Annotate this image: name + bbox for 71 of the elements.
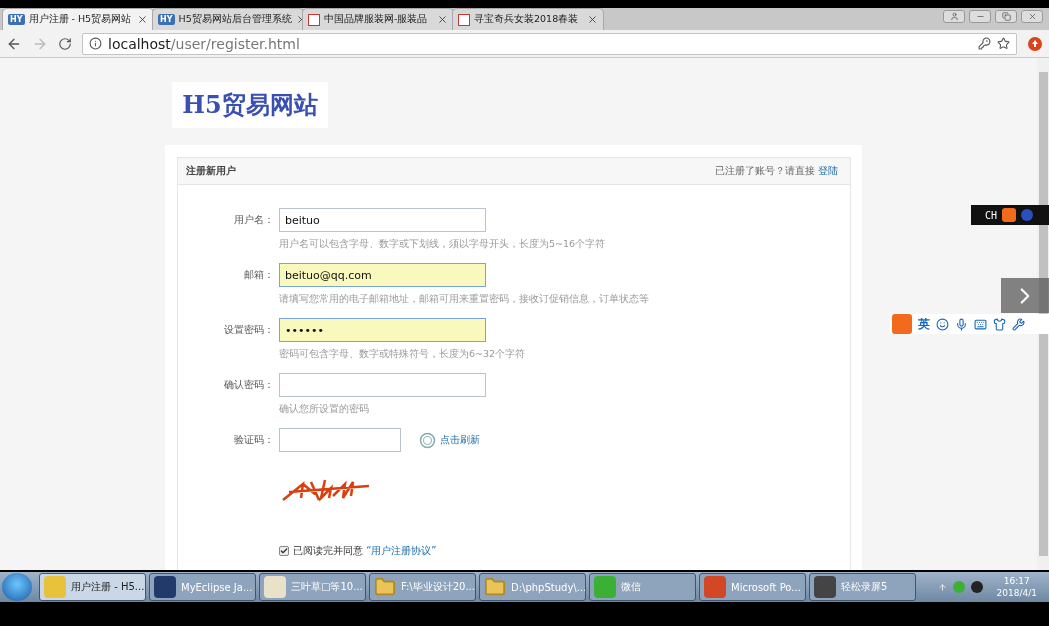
agreement-text: 已阅读完并同意 “用户注册协议” bbox=[293, 544, 437, 558]
restore-icon bbox=[1001, 12, 1011, 21]
browser-tab[interactable]: 寻宝奇兵女装2018春装 bbox=[452, 8, 604, 30]
field-label: 用户名： bbox=[233, 213, 274, 227]
tab-title: 用户注册 - H5贸易网站 bbox=[28, 13, 133, 26]
agreement-link[interactable]: “用户注册协议” bbox=[366, 545, 437, 556]
folder-icon bbox=[374, 576, 396, 598]
input-field[interactable]: beituo bbox=[279, 208, 486, 232]
app-icon bbox=[44, 576, 66, 598]
site-icon bbox=[308, 13, 320, 26]
wrench-icon[interactable] bbox=[1012, 317, 1025, 331]
clock-time: 16:17 bbox=[1003, 576, 1030, 586]
app-icon bbox=[594, 576, 616, 598]
reload-icon[interactable] bbox=[58, 36, 72, 51]
field-hint: 密码可包含字母、数字或特殊符号，长度为6~32个字符 bbox=[279, 347, 527, 361]
site-logo[interactable]: H5贸易网站 bbox=[172, 82, 328, 128]
microphone-icon[interactable] bbox=[955, 317, 968, 331]
key-icon[interactable] bbox=[978, 37, 991, 50]
field-label: 验证码： bbox=[233, 433, 274, 447]
site-icon bbox=[458, 13, 470, 26]
site-badge: HY bbox=[8, 14, 25, 25]
input-field[interactable] bbox=[279, 428, 401, 452]
field-hint: 确认您所设置的密码 bbox=[279, 402, 370, 416]
refresh-icon bbox=[419, 431, 436, 449]
close-icon bbox=[1027, 12, 1037, 21]
site-badge: HY bbox=[158, 14, 175, 25]
input-field[interactable]: •••••• bbox=[279, 318, 486, 342]
close-button[interactable] bbox=[1021, 10, 1043, 23]
tab-title: 中国品牌服装网-服装品 bbox=[324, 13, 429, 26]
input-field[interactable] bbox=[279, 373, 486, 397]
agree-checkbox[interactable] bbox=[279, 546, 289, 556]
app-icon bbox=[814, 576, 836, 598]
emoji-icon[interactable] bbox=[936, 317, 949, 331]
shirt-icon[interactable] bbox=[993, 317, 1006, 331]
ime-mode: 英 bbox=[918, 315, 930, 333]
keyboard-icon[interactable] bbox=[974, 317, 987, 331]
next-button[interactable] bbox=[1001, 278, 1049, 313]
start-button[interactable] bbox=[2, 573, 32, 601]
app-icon bbox=[704, 576, 726, 598]
browser-tab[interactable]: 中国品牌服装网-服装品 bbox=[302, 8, 454, 30]
folder-icon bbox=[484, 576, 506, 598]
login-prompt: 已注册了账号？请直接 登陆 bbox=[714, 164, 838, 178]
browser-tab[interactable]: HY H5贸易网站后台管理系统 bbox=[152, 8, 304, 30]
help-icon[interactable] bbox=[1021, 209, 1034, 221]
url-host: localhost bbox=[108, 35, 171, 52]
browser-tab[interactable]: HY 用户注册 - H5贸易网站 bbox=[2, 8, 154, 30]
address-bar[interactable]: localhost/user/register.html bbox=[82, 32, 1017, 55]
login-link[interactable]: 登陆 bbox=[818, 165, 838, 176]
field-label: 确认密码： bbox=[223, 378, 274, 392]
url-path: /user/register.html bbox=[170, 35, 300, 52]
tab-title: 寻宝奇兵女装2018春装 bbox=[474, 13, 580, 26]
field-hint: 用户名可以包含字母、数字或下划线，须以字母开头，长度为5~16个字符 bbox=[279, 237, 607, 251]
refresh-link[interactable]: 点击刷新 bbox=[419, 431, 480, 449]
bookmark-star-icon[interactable] bbox=[997, 37, 1010, 50]
close-icon[interactable] bbox=[587, 14, 598, 25]
field-label: 设置密码： bbox=[223, 323, 274, 337]
tab-title: H5贸易网站后台管理系统 bbox=[178, 13, 292, 26]
info-icon bbox=[89, 37, 102, 50]
app-icon bbox=[264, 576, 286, 598]
clock-date: 2018/4/1 bbox=[996, 588, 1037, 598]
input-field[interactable]: beituo@qq.com bbox=[279, 263, 486, 287]
field-hint: 请填写您常用的电子邮箱地址，邮箱可用来重置密码，接收订促销信息，订单状态等 bbox=[279, 292, 650, 306]
close-icon[interactable] bbox=[437, 14, 448, 25]
user-icon bbox=[949, 12, 959, 21]
app-icon bbox=[154, 576, 176, 598]
extension-icon[interactable] bbox=[1027, 35, 1043, 52]
field-label: 邮箱： bbox=[243, 268, 274, 282]
panel-title: 注册新用户 bbox=[186, 164, 236, 178]
close-icon[interactable] bbox=[137, 14, 148, 25]
ime-language: CH bbox=[985, 209, 998, 221]
profile-button[interactable] bbox=[943, 10, 965, 23]
